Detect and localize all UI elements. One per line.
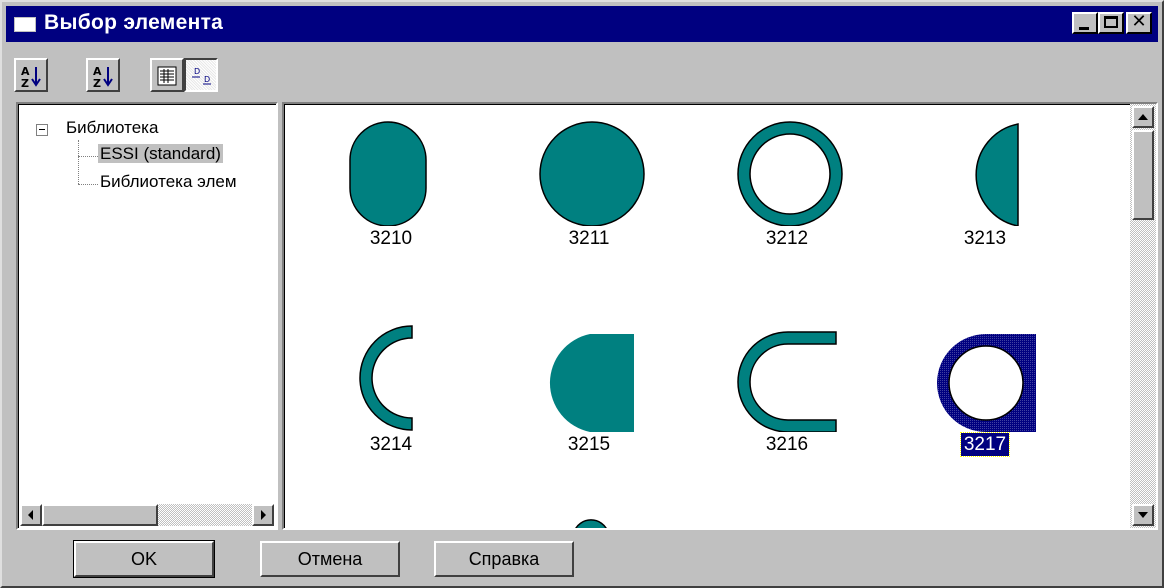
gallery-vertical-scrollbar[interactable] [1130,104,1156,528]
sort-descending-icon: A Z [93,65,113,89]
scroll-right-button[interactable] [252,504,274,526]
arc-shape-icon [359,325,413,431]
d-shape-icon [549,334,634,432]
square-ring-shape-icon [937,334,1036,432]
scroll-up-button[interactable] [1132,106,1154,128]
gallery-item[interactable]: 3210 [306,116,476,266]
ok-button[interactable]: OK [74,541,214,577]
svg-text:D: D [204,75,210,84]
gallery-item[interactable]: 3216 [702,322,872,472]
gallery-item[interactable]: 3212 [702,116,872,266]
u-shape-icon [737,331,837,432]
library-tree[interactable]: Библиотека ESSI (standard) Библиотека эл… [16,102,278,530]
item-label: 3214 [369,434,413,455]
gallery-item-selected[interactable]: 3217 [900,322,1070,472]
gallery-item[interactable]: 3213 [900,116,1070,266]
gallery-item[interactable]: 3215 [504,322,674,472]
svg-text:Z: Z [21,77,29,89]
sort-ascending-button[interactable]: A Z [14,58,48,92]
element-picker-window: Выбор элемента ✕ A Z A Z D D Библиотека … [0,0,1164,588]
list-view-icon [157,66,177,86]
arrow-right-icon [261,510,266,520]
tree-horizontal-scrollbar[interactable] [20,504,274,526]
arrow-down-icon [1138,512,1148,518]
tree-connector [78,184,98,185]
svg-text:D: D [194,67,200,76]
stadium-shape-icon [349,121,427,226]
window-icon [14,14,36,32]
partial-shape-icon [575,519,607,528]
icon-view-button[interactable]: D D [184,58,218,92]
item-label: 3213 [963,228,1007,249]
tree-node-root[interactable]: Библиотека [66,118,158,138]
tree-node-essi[interactable]: ESSI (standard) [98,144,223,164]
half-disc-shape-icon [975,123,1019,226]
circle-shape-icon [539,121,645,226]
gallery-scroll-thumb[interactable] [1132,130,1154,220]
item-label: 3215 [567,434,611,455]
tree-connector [78,156,98,157]
tree-node-element-library[interactable]: Библиотека элем [100,172,237,192]
arrow-up-icon [1138,114,1148,120]
item-label: 3212 [765,228,809,249]
item-label-selected: 3217 [900,432,1070,457]
window-title: Выбор элемента [44,11,224,34]
close-button[interactable]: ✕ [1126,12,1152,34]
tree-connector-vertical [78,140,79,184]
ring-shape-icon [737,121,843,226]
sort-descending-button[interactable]: A Z [86,58,120,92]
scroll-down-button[interactable] [1132,504,1154,526]
item-label: 3210 [369,228,413,249]
tree-node-label: ESSI (standard) [98,144,223,163]
scroll-left-button[interactable] [20,504,42,526]
tree-collapse-toggle[interactable] [36,124,48,136]
gallery-item[interactable]: 3214 [306,322,476,472]
arrow-left-icon [28,510,33,520]
gallery-item[interactable]: 3211 [504,116,674,266]
sort-ascending-icon: A Z [21,65,41,89]
tree-scroll-thumb[interactable] [42,504,158,526]
maximize-button[interactable] [1098,12,1124,34]
icon-view-icon: D D [192,67,211,85]
cancel-button[interactable]: Отмена [260,541,400,577]
item-label: 3211 [568,228,610,249]
title-bar[interactable]: Выбор элемента ✕ [6,6,1158,42]
list-view-button[interactable] [150,58,184,92]
element-gallery[interactable]: 3210 3211 3212 3213 3214 3215 3216 3217 [282,102,1158,530]
gallery-item-partial[interactable] [504,516,674,528]
svg-text:Z: Z [93,77,101,89]
help-button[interactable]: Справка [434,541,574,577]
minimize-button[interactable] [1072,12,1098,34]
item-label: 3216 [765,434,809,455]
